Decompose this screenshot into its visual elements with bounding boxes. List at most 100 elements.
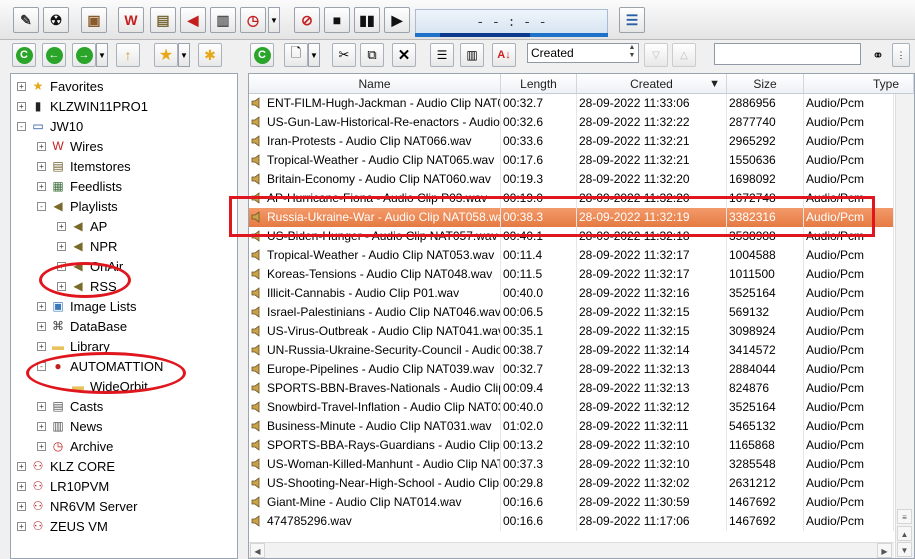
- expand-icon[interactable]: +: [37, 341, 46, 351]
- tree-item-jw10[interactable]: - ▭ JW10: [17, 116, 83, 136]
- box-button[interactable]: ▣: [81, 7, 107, 33]
- expand-icon[interactable]: +: [37, 321, 46, 331]
- expand-icon[interactable]: +: [37, 141, 46, 151]
- tools-button[interactable]: ✎: [13, 7, 39, 33]
- tree-item-favorites[interactable]: + ★ Favorites: [17, 76, 103, 96]
- scroll-left-icon[interactable]: ◀: [250, 543, 265, 558]
- column-header-length[interactable]: Length: [501, 74, 577, 94]
- tree-item-news[interactable]: + ▥ News: [37, 416, 103, 436]
- new-item-dropdown[interactable]: ▼: [308, 43, 320, 67]
- expand-icon[interactable]: +: [37, 161, 46, 171]
- refresh-button[interactable]: C: [12, 43, 36, 67]
- favorites-button[interactable]: ★: [154, 43, 178, 67]
- table-row[interactable]: Europe-Pipelines - Audio Clip NAT039.wav…: [249, 360, 894, 379]
- table-row[interactable]: Illicit-Cannabis - Audio Clip P01.wav 00:…: [249, 284, 894, 303]
- collapse-icon[interactable]: -: [37, 201, 46, 211]
- scroll-right-icon[interactable]: ▶: [877, 543, 892, 558]
- tree-item-itemstores[interactable]: + ▤ Itemstores: [37, 156, 131, 176]
- table-row[interactable]: Iran-Protests - Audio Clip NAT066.wav 00:…: [249, 132, 894, 151]
- sort-field-select[interactable]: Created ▲ ▼: [527, 43, 639, 63]
- align-button[interactable]: ☰: [430, 43, 454, 67]
- table-row[interactable]: Britain-Economy - Audio Clip NAT060.wav 0…: [249, 170, 894, 189]
- log-button[interactable]: ☰: [619, 7, 645, 33]
- play-button[interactable]: ▶: [384, 7, 410, 33]
- table-row[interactable]: US-Woman-Killed-Manhunt - Audio Clip NAT…: [249, 455, 894, 474]
- table-row[interactable]: Giant-Mine - Audio Clip NAT014.wav 00:16.…: [249, 493, 894, 512]
- table-row[interactable]: US-Gun-Law-Historical-Re-enactors - Audi…: [249, 113, 894, 132]
- tree-item-lr10pvm[interactable]: + ⚇ LR10PVM: [17, 476, 109, 496]
- expand-icon[interactable]: +: [17, 461, 26, 471]
- expand-icon[interactable]: +: [57, 241, 66, 251]
- tree-item-playlists[interactable]: - ◀ Playlists: [37, 196, 118, 216]
- scroll-thumb[interactable]: ≡: [897, 509, 912, 524]
- search-button[interactable]: ⚭: [866, 43, 890, 67]
- table-row[interactable]: Business-Minute - Audio Clip NAT031.wav 0…: [249, 417, 894, 436]
- stop-red-button[interactable]: ⊘: [294, 7, 320, 33]
- tree-item-image-lists[interactable]: + ▣ Image Lists: [37, 296, 136, 316]
- delete-button[interactable]: ✕: [392, 43, 416, 67]
- table-row[interactable]: Tropical-Weather - Audio Clip NAT053.wav…: [249, 246, 894, 265]
- clock-dropdown[interactable]: ▼: [268, 7, 280, 33]
- column-header-created[interactable]: Created ▼: [577, 74, 727, 94]
- tree-item-ap[interactable]: + ◀ AP: [57, 216, 107, 236]
- tree-item-wires[interactable]: + W Wires: [37, 136, 103, 156]
- up-folder-button[interactable]: ↑: [116, 43, 140, 67]
- table-row[interactable]: 474785296.wav 00:16.6 28-09-2022 11:17:06 1…: [249, 512, 894, 531]
- script-button[interactable]: ▤: [150, 7, 176, 33]
- tree-item-archive[interactable]: + ◷ Archive: [37, 436, 113, 456]
- sort-descending-button[interactable]: ▽: [644, 43, 668, 67]
- forward-button[interactable]: →: [72, 43, 96, 67]
- column-header-name[interactable]: Name: [249, 74, 501, 94]
- cut-button[interactable]: ✂: [332, 43, 356, 67]
- expand-icon[interactable]: +: [57, 221, 66, 231]
- copy-button[interactable]: ⧉: [360, 43, 384, 67]
- table-row[interactable]: SPORTS-BBA-Rays-Guardians - Audio Clip N…: [249, 436, 894, 455]
- table-row[interactable]: UN-Russia-Ukraine-Security-Council - Aud…: [249, 341, 894, 360]
- expand-icon[interactable]: +: [17, 501, 26, 511]
- tree-item-npr[interactable]: + ◀ NPR: [57, 236, 117, 256]
- table-row[interactable]: Koreas-Tensions - Audio Clip NAT048.wav 0…: [249, 265, 894, 284]
- scroll-down-icon[interactable]: ▼: [897, 542, 912, 557]
- list-refresh-button[interactable]: C: [250, 43, 274, 67]
- vertical-scrollbar[interactable]: ≡ ▲ ▼: [895, 94, 914, 558]
- tree-item-klzwin11pro1[interactable]: + ▮ KLZWIN11PRO1: [17, 96, 148, 116]
- columns-button[interactable]: ▥: [460, 43, 484, 67]
- back-button[interactable]: ←: [42, 43, 66, 67]
- column-header-size[interactable]: Size: [727, 74, 804, 94]
- tree-item-database[interactable]: + ⌘ DataBase: [37, 316, 127, 336]
- table-row[interactable]: Snowbird-Travel-Inflation - Audio Clip N…: [249, 398, 894, 417]
- pause-button[interactable]: ▮▮: [354, 7, 380, 33]
- search-input[interactable]: [714, 43, 861, 65]
- expand-icon[interactable]: +: [37, 441, 46, 451]
- table-row[interactable]: US-Shooting-Near-High-School - Audio Cli…: [249, 474, 894, 493]
- expand-icon[interactable]: +: [17, 481, 26, 491]
- sort-ascending-button[interactable]: △: [672, 43, 696, 67]
- tree-item-klz-core[interactable]: + ⚇ KLZ CORE: [17, 456, 115, 476]
- speaker-button[interactable]: ◀: [180, 7, 206, 33]
- expand-icon[interactable]: +: [37, 401, 46, 411]
- scroll-up-icon[interactable]: ▲: [897, 526, 912, 541]
- forward-dropdown[interactable]: ▼: [96, 43, 108, 67]
- expand-icon[interactable]: +: [17, 81, 26, 91]
- search-options-button[interactable]: ⋮: [892, 43, 910, 67]
- cart-button[interactable]: ▥: [210, 7, 236, 33]
- expand-icon[interactable]: +: [37, 421, 46, 431]
- stop-button[interactable]: ■: [324, 7, 350, 33]
- sort-button[interactable]: A↓: [492, 43, 516, 67]
- clock-button[interactable]: ◷: [240, 7, 266, 33]
- favorites-dropdown[interactable]: ▼: [178, 43, 190, 67]
- column-header-type[interactable]: Type: [804, 74, 914, 94]
- bomb-button[interactable]: ☢: [43, 7, 69, 33]
- tree-item-feedlists[interactable]: + ▦ Feedlists: [37, 176, 122, 196]
- table-row[interactable]: US-Virus-Outbreak - Audio Clip NAT041.wa…: [249, 322, 894, 341]
- tree-item-zeus-vm[interactable]: + ⚇ ZEUS VM: [17, 516, 108, 536]
- horizontal-scrollbar[interactable]: ◀ ▶: [249, 542, 894, 558]
- expand-icon[interactable]: +: [37, 301, 46, 311]
- add-favorite-button[interactable]: ✱: [198, 43, 222, 67]
- table-row[interactable]: Israel-Palestinians - Audio Clip NAT046.…: [249, 303, 894, 322]
- expand-icon[interactable]: +: [37, 181, 46, 191]
- table-row[interactable]: SPORTS-BBN-Braves-Nationals - Audio Clip…: [249, 379, 894, 398]
- collapse-icon[interactable]: -: [17, 121, 26, 131]
- table-row[interactable]: Tropical-Weather - Audio Clip NAT065.wav…: [249, 151, 894, 170]
- table-row[interactable]: ENT-FILM-Hugh-Jackman - Audio Clip NAT06…: [249, 94, 894, 113]
